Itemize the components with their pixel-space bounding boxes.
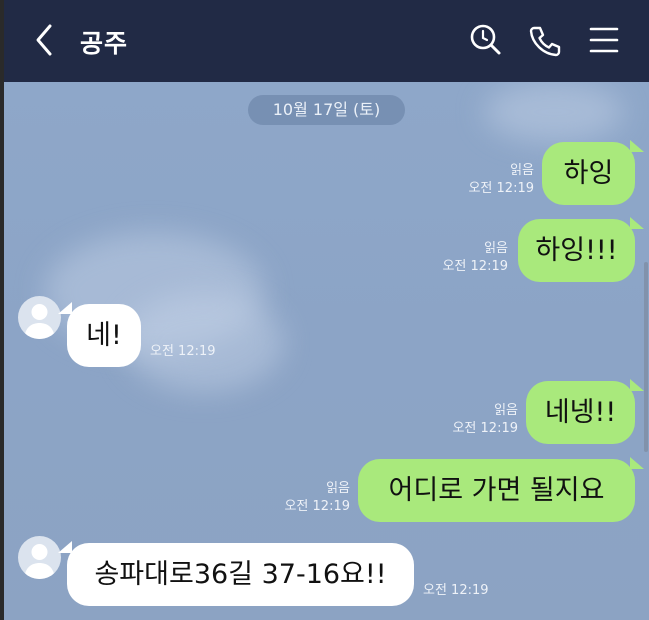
message-bubble-theirs[interactable]: 송파대로36길 37-16요!!: [58, 541, 414, 606]
bubble-tail: [630, 457, 644, 469]
date-divider: 10월 17일 (토): [248, 95, 405, 125]
avatar[interactable]: [18, 296, 61, 339]
message-time: 오전 12:19: [442, 259, 508, 274]
message-meta: 오전 12:19: [150, 343, 216, 361]
message-time: 오전 12:19: [452, 421, 518, 436]
message-bubble-mine[interactable]: 네넹!!: [526, 379, 644, 444]
avatar[interactable]: [18, 536, 61, 579]
read-receipt: 읽음: [326, 481, 350, 496]
bubble-tail: [630, 217, 644, 229]
message-text: 하잉!!!: [535, 235, 618, 266]
background-cloud: [484, 82, 624, 142]
message-time: 오전 12:19: [423, 583, 489, 598]
default-profile-icon: [24, 544, 55, 579]
scrollbar[interactable]: [644, 262, 648, 452]
message-text: 네넹!!: [544, 397, 617, 428]
search-icon: [470, 24, 501, 55]
message-text: 하잉: [563, 158, 614, 189]
message-bubble-mine[interactable]: 하잉!!!: [518, 217, 644, 282]
message-meta: 읽음 오전 12:19: [444, 162, 534, 198]
message-meta: 읽음 오전 12:19: [418, 240, 508, 276]
chat-area[interactable]: 10월 17일 (토) 읽음 오전 12:19 하잉 읽음 오전 12:19 하…: [4, 82, 649, 620]
message-meta: 읽음 오전 12:19: [428, 402, 518, 438]
message-text: 송파대로36길 37-16요!!: [94, 559, 387, 590]
bubble-tail: [58, 541, 72, 553]
message-bubble-mine[interactable]: 어디로 가면 될지요: [358, 457, 644, 522]
call-button[interactable]: [525, 20, 565, 60]
message-meta: 읽음 오전 12:19: [260, 480, 350, 516]
message-time: 오전 12:19: [150, 344, 216, 359]
back-button[interactable]: [30, 22, 62, 58]
chevron-left-icon: [36, 24, 52, 56]
message-time: 오전 12:19: [284, 499, 350, 514]
read-receipt: 읽음: [494, 403, 518, 418]
bubble-tail: [58, 302, 72, 314]
phone-icon: [529, 26, 561, 57]
message-text: 어디로 가면 될지요: [388, 475, 605, 506]
read-receipt: 읽음: [484, 241, 508, 256]
message-bubble-theirs[interactable]: 네!: [58, 302, 141, 367]
menu-button[interactable]: [584, 20, 624, 60]
message-meta: 오전 12:19: [423, 582, 489, 600]
search-button[interactable]: [466, 20, 506, 60]
message-text: 네!: [86, 320, 122, 351]
default-profile-icon: [24, 304, 55, 339]
message-time: 오전 12:19: [468, 181, 534, 196]
chat-title: 공주: [80, 29, 129, 58]
background-cloud: [124, 292, 284, 392]
message-bubble-mine[interactable]: 하잉: [542, 140, 644, 205]
read-receipt: 읽음: [510, 163, 534, 178]
bubble-tail: [630, 140, 644, 152]
hamburger-menu-icon: [589, 27, 619, 53]
chat-header: 공주: [4, 0, 649, 82]
bubble-tail: [630, 379, 644, 391]
